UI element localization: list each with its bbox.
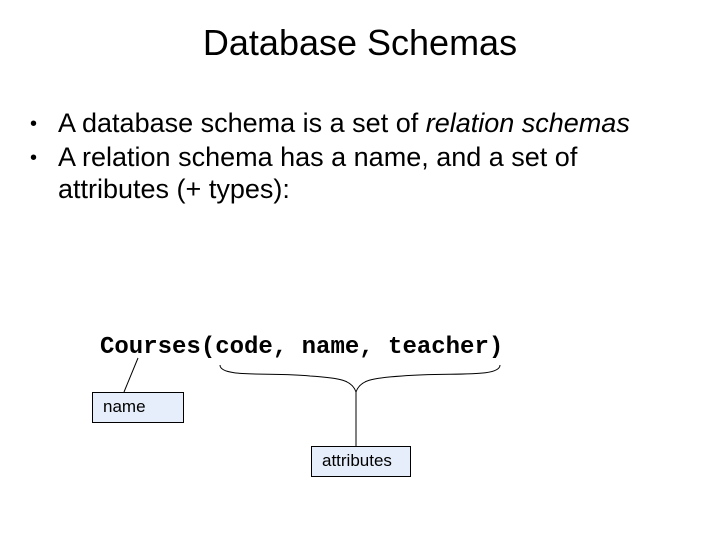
callout-pointer-line <box>124 358 138 392</box>
bullet-text: A database schema is a set of relation s… <box>58 108 680 140</box>
bullet-item: • A database schema is a set of relation… <box>30 108 680 140</box>
bullet-item: • A relation schema has a name, and a se… <box>30 142 680 206</box>
schema-code: Courses(code, name, teacher) <box>100 334 503 361</box>
bullet-list: • A database schema is a set of relation… <box>30 108 680 206</box>
text-span: A database schema is a set of <box>58 108 426 138</box>
callout-attributes: attributes <box>311 446 411 477</box>
bullet-marker: • <box>30 108 58 140</box>
bullet-text: A relation schema has a name, and a set … <box>58 142 680 206</box>
callout-name: name <box>92 392 184 423</box>
curly-brace-icon <box>220 365 500 392</box>
text-italic: relation schemas <box>426 108 630 138</box>
slide-title: Database Schemas <box>0 0 720 64</box>
text-span: A relation schema has a name, and a set … <box>58 142 577 204</box>
bullet-marker: • <box>30 142 58 206</box>
